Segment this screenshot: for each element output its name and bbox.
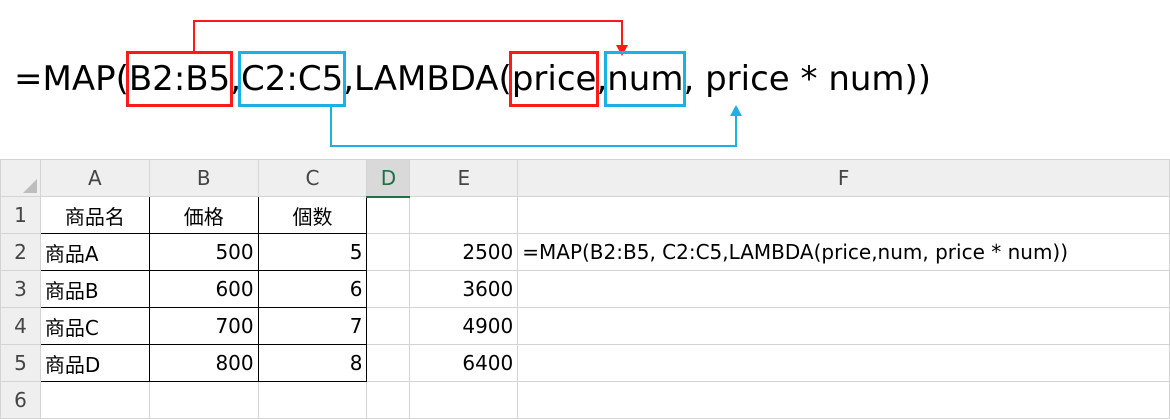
cell-f4[interactable] [517,307,1170,345]
cell-b3[interactable]: 600 [148,270,259,308]
param-num: num [604,51,687,107]
cell-b2[interactable]: 500 [148,233,259,271]
sheet-row-2: 2 商品A 500 5 2500 =MAP(B2:B5, C2:C5,LAMBD… [0,233,1170,271]
column-header-a[interactable]: A [39,159,150,197]
cell-f1[interactable] [517,196,1170,234]
row-header-4[interactable]: 4 [0,307,41,345]
formula-separator-1: , [230,59,242,99]
cell-d1[interactable] [366,196,411,234]
sheet-row-5: 5 商品D 800 8 6400 [0,344,1170,382]
cell-a6[interactable] [39,381,150,419]
column-header-f[interactable]: F [517,159,1170,197]
param-price: price [508,51,600,107]
cell-b4[interactable]: 700 [148,307,259,345]
sheet-row-4: 4 商品C 700 7 4900 [0,307,1170,345]
cell-c1[interactable]: 個数 [257,196,368,234]
cell-b1[interactable]: 価格 [148,196,259,234]
row-header-6[interactable]: 6 [0,381,41,419]
column-header-c[interactable]: C [257,159,368,197]
formula-text: =MAP(B2:B5 , C2:C5 ,LAMBDA(price , num ,… [14,51,932,107]
sheet-row-3: 3 商品B 600 6 3600 [0,270,1170,308]
cell-a5[interactable]: 商品D [39,344,150,382]
cell-d3[interactable] [366,270,411,308]
column-header-row: A B C D E F [0,159,1170,198]
cell-c6[interactable] [257,381,368,419]
cell-a1[interactable]: 商品名 [39,196,150,234]
column-header-d[interactable]: D [366,159,411,198]
cell-d4[interactable] [366,307,411,345]
sheet-row-1: 1 商品名 価格 個数 [0,196,1170,234]
row-header-1[interactable]: 1 [0,196,41,234]
spreadsheet[interactable]: A B C D E F 1 商品名 価格 個数 2 商品A 500 5 2500… [0,159,1170,419]
row-header-3[interactable]: 3 [0,270,41,308]
red-arrow-line [193,20,623,52]
cell-e2[interactable]: 2500 [409,233,519,271]
cell-c4[interactable]: 7 [257,307,368,345]
cell-a4[interactable]: 商品C [39,307,150,345]
select-all-icon [22,179,37,193]
row-header-5[interactable]: 5 [0,344,41,382]
cell-e3[interactable]: 3600 [409,270,519,308]
blue-arrow-head [730,105,742,116]
column-header-e[interactable]: E [409,159,519,197]
range-b2-b5: B2:B5 [125,51,234,107]
cell-a3[interactable]: 商品B [39,270,150,308]
cell-f5[interactable] [517,344,1170,382]
formula-illustration: =MAP(B2:B5 , C2:C5 ,LAMBDA(price , num ,… [0,0,1170,160]
blue-arrow-line [330,104,737,147]
select-all-corner[interactable] [0,159,41,197]
cell-f3[interactable] [517,270,1170,308]
formula-suffix: , price * num)) [683,59,932,99]
cell-b6[interactable] [148,381,259,419]
range-c2-c5: C2:C5 [238,51,347,107]
row-header-2[interactable]: 2 [0,233,41,271]
sheet-row-6: 6 [0,381,1170,419]
cell-c3[interactable]: 6 [257,270,368,308]
cell-a2[interactable]: 商品A [39,233,150,271]
cell-e5[interactable]: 6400 [409,344,519,382]
formula-lambda: ,LAMBDA( [343,59,512,99]
column-header-b[interactable]: B [148,159,259,197]
cell-d2[interactable] [366,233,411,271]
cell-e1[interactable] [409,196,519,234]
cell-d6[interactable] [366,381,411,419]
cell-f6[interactable] [517,381,1170,419]
cell-e6[interactable] [409,381,519,419]
cell-d5[interactable] [366,344,411,382]
cell-c2[interactable]: 5 [257,233,368,271]
formula-separator-2: , [596,59,608,99]
cell-f2[interactable]: =MAP(B2:B5, C2:C5,LAMBDA(price,num, pric… [517,233,1170,271]
cell-e4[interactable]: 4900 [409,307,519,345]
cell-b5[interactable]: 800 [148,344,259,382]
sheet-grid[interactable]: A B C D E F 1 商品名 価格 個数 2 商品A 500 5 2500… [0,159,1170,419]
cell-c5[interactable]: 8 [257,344,368,382]
formula-prefix: =MAP( [14,59,129,99]
